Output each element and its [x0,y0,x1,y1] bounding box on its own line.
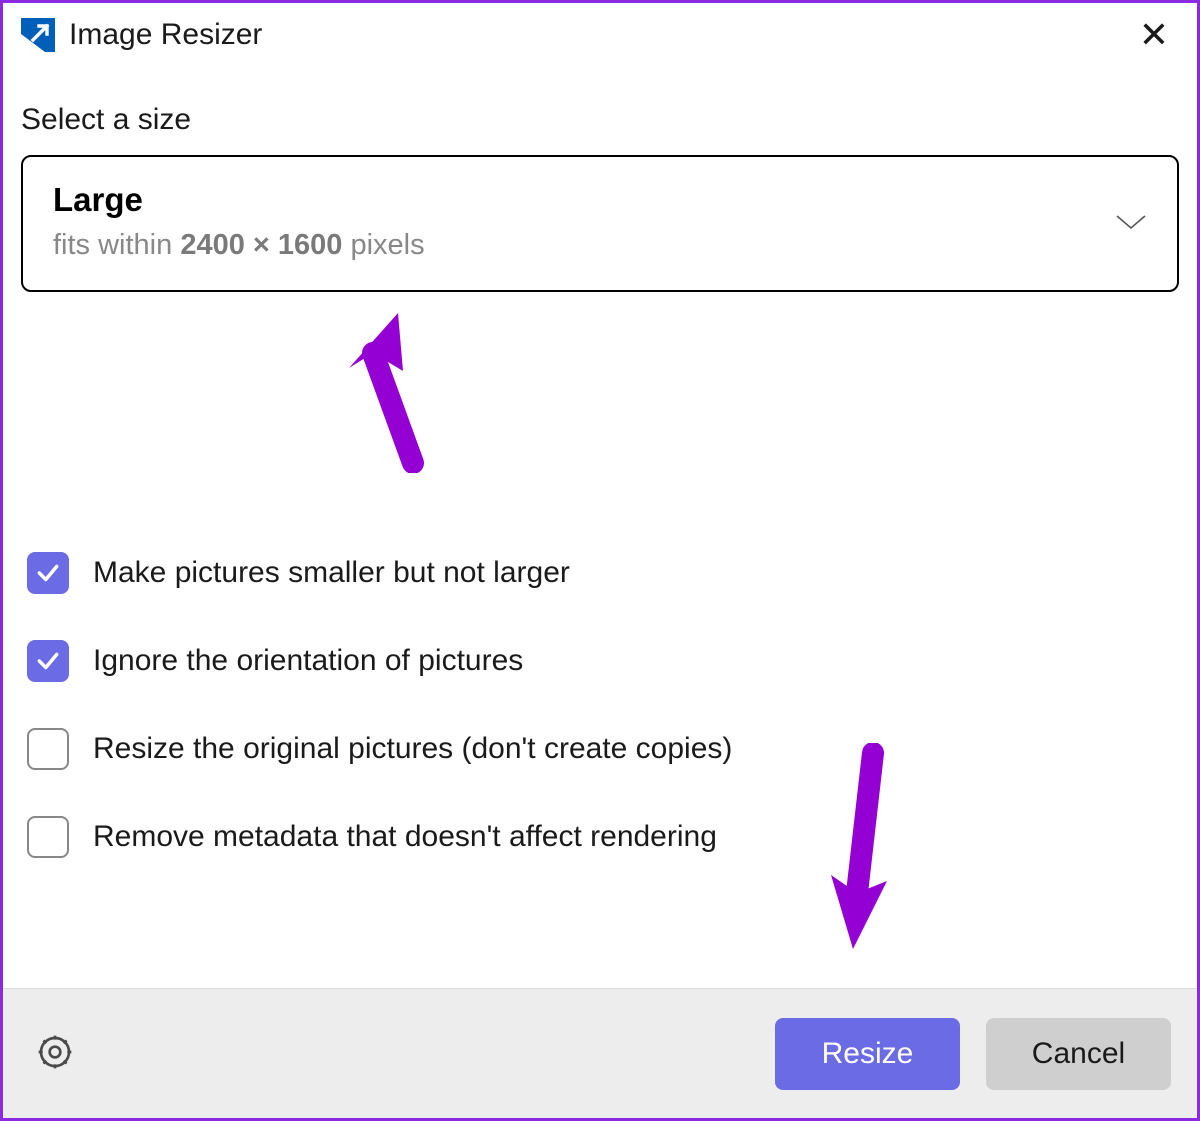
checkbox-label: Resize the original pictures (don't crea… [93,732,732,766]
checkbox-label: Ignore the orientation of pictures [93,644,523,678]
window-title: Image Resizer [69,18,1117,52]
footer-bar: Resize Cancel [3,988,1197,1118]
checkbox-remove-metadata[interactable] [27,816,69,858]
close-icon: ✕ [1139,14,1169,55]
chevron-down-icon [1115,212,1147,232]
checkbox-resize-original[interactable] [27,728,69,770]
size-info: Large fits within 2400 × 1600 pixels [53,181,425,262]
settings-button[interactable] [29,1026,81,1081]
size-description: fits within 2400 × 1600 pixels [53,229,425,262]
app-icon [21,18,55,52]
resize-button[interactable]: Resize [775,1018,960,1090]
titlebar: Image Resizer ✕ [3,3,1197,67]
option-ignore-orientation: Ignore the orientation of pictures [27,640,1179,682]
checkbox-smaller-not-larger[interactable] [27,552,69,594]
size-dropdown[interactable]: Large fits within 2400 × 1600 pixels [21,155,1179,292]
size-name: Large [53,181,425,219]
options-list: Make pictures smaller but not larger Ign… [21,552,1179,858]
checkbox-label: Remove metadata that doesn't affect rend… [93,820,717,854]
option-smaller-not-larger: Make pictures smaller but not larger [27,552,1179,594]
close-button[interactable]: ✕ [1131,17,1177,53]
content-area: Select a size Large fits within 2400 × 1… [3,67,1197,858]
select-size-label: Select a size [21,103,1179,137]
checkbox-ignore-orientation[interactable] [27,640,69,682]
gear-icon [35,1032,75,1072]
option-remove-metadata: Remove metadata that doesn't affect rend… [27,816,1179,858]
cancel-button[interactable]: Cancel [986,1018,1171,1090]
check-icon [35,648,61,674]
option-resize-original: Resize the original pictures (don't crea… [27,728,1179,770]
checkbox-label: Make pictures smaller but not larger [93,556,570,590]
check-icon [35,560,61,586]
